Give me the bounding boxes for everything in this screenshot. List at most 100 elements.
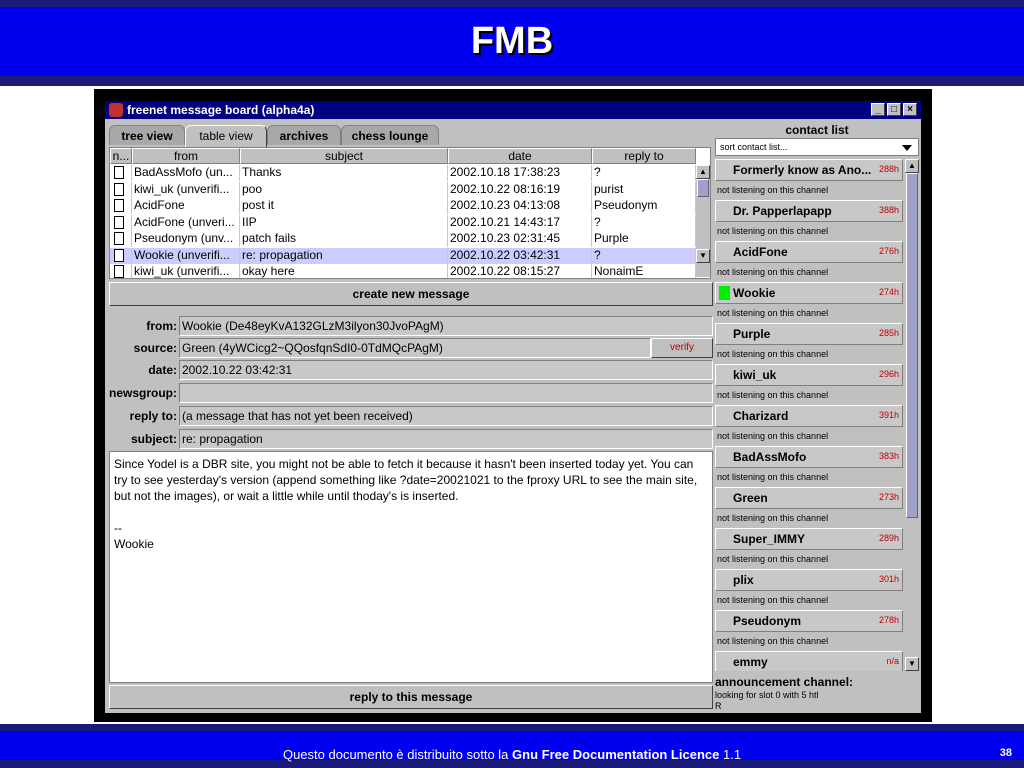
- tab-table-view[interactable]: table view: [185, 125, 267, 147]
- subject-field: re: propagation: [179, 429, 713, 449]
- contact-item[interactable]: Charizard 391h not listening on this chann…: [715, 405, 903, 446]
- contact-name-box[interactable]: Purple 285h: [715, 323, 903, 345]
- online-indicator-icon: [719, 409, 730, 423]
- contact-hours: 296h: [878, 369, 899, 379]
- table-row[interactable]: AcidFone (unveri... IIP 2002.10.21 14:43:1…: [110, 214, 696, 231]
- window-titlebar[interactable]: freenet message board (alpha4a) _ □ ×: [105, 101, 921, 119]
- contact-item[interactable]: Super_IMMY 289h not listening on this chan…: [715, 528, 903, 569]
- tab-chess-lounge[interactable]: chess lounge: [341, 125, 439, 145]
- column-header-number[interactable]: n...: [110, 148, 132, 164]
- cell-reply-to: ?: [592, 165, 696, 181]
- contact-name-box[interactable]: Green 273h: [715, 487, 903, 509]
- contact-status: not listening on this channel: [717, 349, 829, 359]
- cell-subject: re: propagation: [240, 247, 448, 264]
- contact-item[interactable]: Purple 285h not listening on this channel: [715, 323, 903, 364]
- online-indicator-icon: [719, 163, 730, 177]
- contact-status: not listening on this channel: [717, 431, 829, 441]
- contact-item[interactable]: AcidFone 276h not listening on this channe…: [715, 241, 903, 282]
- sort-contact-label: sort contact list...: [720, 142, 788, 152]
- table-row[interactable]: Wookie (unverifi... re: propagation 2002.1…: [110, 247, 696, 264]
- contact-scrollbar[interactable]: ▲ ▼: [905, 159, 919, 671]
- tab-tree-view[interactable]: tree view: [109, 125, 185, 145]
- contact-name: Super_IMMY: [733, 532, 806, 546]
- scroll-thumb[interactable]: [697, 179, 709, 197]
- online-indicator-icon: [719, 491, 730, 505]
- online-indicator-icon: [719, 204, 730, 218]
- scroll-up-arrow-icon[interactable]: ▲: [696, 165, 710, 179]
- contact-list-title: contact list: [785, 123, 849, 137]
- window-title: freenet message board (alpha4a): [127, 103, 315, 117]
- document-icon: [114, 182, 124, 196]
- cell-date: 2002.10.22 08:16:19: [448, 181, 592, 198]
- contact-item[interactable]: kiwi_uk 296h not listening on this channel: [715, 364, 903, 405]
- message-icon-cell: [110, 214, 132, 231]
- tab-archives[interactable]: archives: [267, 125, 341, 145]
- announcement-text: looking for slot 0 with 5 htl: [715, 690, 819, 700]
- contact-name: Dr. Papperlapapp: [733, 204, 832, 218]
- contact-name-box[interactable]: Super_IMMY 289h: [715, 528, 903, 550]
- contact-item[interactable]: Dr. Papperlapapp 388h not listening on thi…: [715, 200, 903, 241]
- document-icon: [114, 232, 124, 245]
- contact-item[interactable]: emmy n/a: [715, 651, 903, 671]
- contact-status: not listening on this channel: [717, 513, 829, 523]
- table-row[interactable]: Pseudonym (unv... patch fails 2002.10.23 0…: [110, 231, 696, 247]
- contact-item[interactable]: Wookie 274h not listening on this channel: [715, 282, 903, 323]
- table-row[interactable]: kiwi_uk (unverifi... poo 2002.10.22 08:16:…: [110, 181, 696, 198]
- message-icon-cell: [110, 181, 132, 198]
- contact-scroll-thumb[interactable]: [906, 173, 918, 518]
- online-indicator-icon: [719, 368, 730, 382]
- contact-name: emmy: [733, 655, 768, 669]
- contact-hours: 289h: [878, 533, 899, 543]
- table-row[interactable]: AcidFone post it 2002.10.23 04:13:08 Pseudo…: [110, 198, 696, 214]
- contact-name-box[interactable]: emmy n/a: [715, 651, 903, 671]
- contact-name-box[interactable]: AcidFone 276h: [715, 241, 903, 263]
- contact-item[interactable]: BadAssMofo 383h not listening on this chan…: [715, 446, 903, 487]
- reply-to-field: (a message that has not yet been receive…: [179, 406, 713, 426]
- message-body[interactable]: Since Yodel is a DBR site, you might not…: [109, 451, 713, 683]
- table-scrollbar[interactable]: ▲ ▼: [696, 165, 710, 277]
- scroll-down-arrow-icon[interactable]: ▼: [696, 249, 710, 263]
- table-row[interactable]: BadAssMofo (un... Thanks 2002.10.18 17:38:…: [110, 165, 696, 181]
- footer-licence-name: Gnu Free Documentation Licence: [512, 747, 720, 762]
- close-button[interactable]: ×: [903, 103, 917, 116]
- cell-from: Wookie (unverifi...: [132, 247, 240, 264]
- sort-contact-dropdown[interactable]: sort contact list...: [715, 138, 919, 156]
- column-header-subject[interactable]: subject: [240, 148, 448, 164]
- create-new-message-button[interactable]: create new message: [109, 282, 713, 306]
- cell-date: 2002.10.21 14:43:17: [448, 214, 592, 231]
- from-label: from:: [146, 319, 177, 333]
- contact-name-box[interactable]: Formerly know as Ano... 288h: [715, 159, 903, 181]
- document-icon: [114, 215, 124, 229]
- contact-name-box[interactable]: Charizard 391h: [715, 405, 903, 427]
- footer-prefix: Questo documento è distribuito sotto la: [282, 747, 513, 762]
- document-icon: [114, 248, 124, 262]
- cell-reply-to: ?: [592, 214, 696, 231]
- contact-scroll-down-icon[interactable]: ▼: [905, 657, 919, 671]
- reply-to-message-button[interactable]: reply to this message: [109, 685, 713, 709]
- table-row[interactable]: kiwi_uk (unverifi... okay here 2002.10.22 …: [110, 264, 696, 278]
- contact-name-box[interactable]: kiwi_uk 296h: [715, 364, 903, 386]
- document-icon: [114, 199, 124, 212]
- cell-date: 2002.10.18 17:38:23: [448, 165, 592, 181]
- contact-name-box[interactable]: Dr. Papperlapapp 388h: [715, 200, 903, 222]
- column-header-date[interactable]: date: [448, 148, 592, 164]
- contact-name-box[interactable]: Pseudonym 278h: [715, 610, 903, 632]
- contact-item[interactable]: Green 273h not listening on this channel: [715, 487, 903, 528]
- maximize-button[interactable]: □: [887, 103, 901, 116]
- verify-button[interactable]: verify: [651, 338, 713, 358]
- cell-subject: post it: [240, 198, 448, 214]
- contact-name-box[interactable]: Wookie 274h: [715, 282, 903, 304]
- contact-scroll-up-icon[interactable]: ▲: [905, 159, 919, 173]
- contact-item[interactable]: Pseudonym 278h not listening on this chann…: [715, 610, 903, 651]
- contact-name-box[interactable]: plix 301h: [715, 569, 903, 591]
- contact-hours: 285h: [878, 328, 899, 338]
- contact-hours: 301h: [878, 574, 899, 584]
- column-header-from[interactable]: from: [132, 148, 240, 164]
- minimize-button[interactable]: _: [871, 103, 885, 116]
- contact-status: not listening on this channel: [717, 226, 829, 236]
- contact-item[interactable]: plix 301h not listening on this channel: [715, 569, 903, 610]
- column-header-reply-to[interactable]: reply to: [592, 148, 696, 164]
- document-icon: [114, 265, 124, 278]
- contact-name-box[interactable]: BadAssMofo 383h: [715, 446, 903, 468]
- contact-item[interactable]: Formerly know as Ano... 288h not listening…: [715, 159, 903, 200]
